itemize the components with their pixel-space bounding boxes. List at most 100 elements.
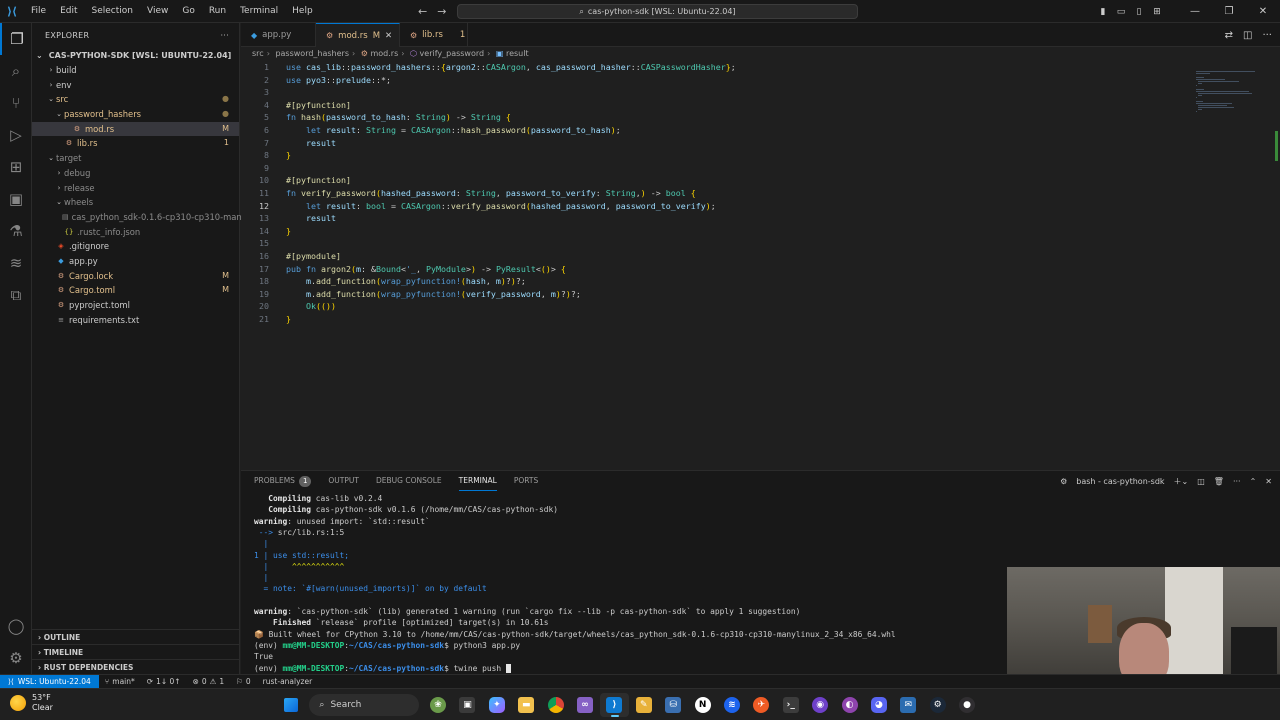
tree-folder[interactable]: › debug	[32, 166, 239, 181]
app-button[interactable]: ●	[952, 693, 981, 717]
toggle-panel-icon[interactable]: ▭	[1112, 7, 1130, 17]
source-control-icon[interactable]: ⑂	[0, 87, 32, 119]
maximize-panel-icon[interactable]: ⌃	[1250, 477, 1257, 486]
app-button[interactable]: ✉	[894, 693, 923, 717]
tree-file[interactable]: {} .rustc_info.json	[32, 225, 239, 240]
menu-selection[interactable]: Selection	[85, 0, 140, 23]
code-line[interactable]: 16 #[pymodule]	[241, 250, 1191, 263]
tree-file[interactable]: ⚙ mod.rs M	[32, 121, 239, 137]
timeline-section[interactable]: › TIMELINE	[32, 644, 240, 659]
breadcrumb-item[interactable]: src	[252, 49, 264, 58]
remote-indicator[interactable]: ⟩⟨ WSL: Ubuntu-22.04	[0, 674, 99, 689]
workspace-root[interactable]: ⌄ CAS-PYTHON-SDK [WSL: UBUNTU-22.04]	[32, 48, 239, 63]
tab-app-py[interactable]: ◆ app.py	[241, 23, 316, 47]
forward-arrow-icon[interactable]: →	[437, 5, 446, 18]
task-view-button[interactable]: ▣	[453, 693, 482, 717]
toggle-primary-sidebar-icon[interactable]: ▮	[1094, 7, 1112, 17]
code-line[interactable]: 15	[241, 237, 1191, 250]
new-terminal-icon[interactable]: ＋⌄	[1174, 476, 1189, 487]
visual-studio-button[interactable]: ∞	[570, 693, 599, 717]
rust-analyzer-indicator[interactable]: rust-analyzer	[257, 677, 319, 686]
code-editor[interactable]: 1 use cas_lib::password_hashers::{argon2:…	[241, 61, 1280, 465]
code-line[interactable]: 12 let result: bool = CASArgon::verify_p…	[241, 200, 1191, 213]
explorer-icon[interactable]: ❐	[0, 23, 32, 55]
tab-terminal[interactable]: TERMINAL	[458, 471, 497, 491]
menu-view[interactable]: View	[140, 0, 175, 23]
tab-mod-rs[interactable]: ⚙ mod.rs M ✕	[316, 23, 400, 47]
code-line[interactable]: 18 m.add_function(wrap_pyfunction!(hash,…	[241, 275, 1191, 288]
code-line[interactable]: 11 fn verify_password(hashed_password: St…	[241, 187, 1191, 200]
testing-icon[interactable]: ⚗	[0, 215, 32, 247]
code-line[interactable]: 8}	[241, 149, 1191, 162]
app-button[interactable]: ◐	[835, 693, 864, 717]
tree-file[interactable]: ⚙ Cargo.toml M	[32, 283, 239, 298]
menu-go[interactable]: Go	[175, 0, 201, 23]
weather-widget[interactable]: 53°F Clear	[10, 693, 53, 713]
code-line[interactable]: 10 #[pyfunction]	[241, 174, 1191, 187]
docker-icon[interactable]: ≋	[0, 247, 32, 279]
close-panel-icon[interactable]: ✕	[1265, 477, 1272, 486]
more-actions-icon[interactable]: ···	[1262, 30, 1272, 41]
taskbar-search[interactable]: ⌕ Search	[309, 694, 420, 716]
breadcrumb-item[interactable]: mod.rs	[370, 49, 398, 58]
minimap[interactable]	[1190, 61, 1280, 465]
code-line[interactable]: 13 result	[241, 212, 1191, 225]
tree-folder[interactable]: ⌄ password_hashers ●	[32, 107, 239, 122]
chrome-button[interactable]	[541, 693, 570, 717]
branch-indicator[interactable]: ⑂ main*	[99, 677, 141, 686]
tab-ports[interactable]: PORTS	[514, 471, 538, 491]
settings-gear-icon[interactable]: ⚙	[0, 642, 32, 674]
vscode-button[interactable]: ⟩	[599, 693, 630, 717]
steam-button[interactable]: ⚙	[923, 693, 952, 717]
tree-file[interactable]: ⚙ lib.rs 1	[32, 136, 239, 151]
command-center[interactable]: ⌕ cas-python-sdk [WSL: Ubuntu-22.04]	[457, 4, 858, 19]
explorer-more-icon[interactable]: ···	[220, 23, 239, 48]
terminal-shell-label[interactable]: bash - cas-python-sdk	[1076, 477, 1164, 486]
breadcrumb-item[interactable]: password_hashers	[275, 49, 349, 58]
customize-layout-icon[interactable]: ⊞	[1148, 7, 1166, 17]
search-view-icon[interactable]: ⌕	[0, 55, 32, 87]
tab-output[interactable]: OUTPUT	[328, 471, 359, 491]
start-button[interactable]	[276, 693, 305, 717]
app-button[interactable]: ◉	[805, 693, 834, 717]
code-line[interactable]: 19 m.add_function(wrap_pyfunction!(verif…	[241, 288, 1191, 301]
file-explorer-button[interactable]: ▬	[512, 693, 541, 717]
code-line[interactable]: 20 Ok(())	[241, 300, 1191, 313]
app-button[interactable]: ≋	[717, 693, 746, 717]
tree-folder[interactable]: › release	[32, 181, 239, 196]
tree-file[interactable]: ◈ .gitignore	[32, 239, 239, 254]
code-line[interactable]: 14}	[241, 225, 1191, 238]
kill-terminal-icon[interactable]: 🗑	[1214, 477, 1224, 486]
tree-folder[interactable]: › build	[32, 63, 239, 78]
app-button[interactable]: ✈	[747, 693, 776, 717]
app-button[interactable]: ›_	[776, 693, 805, 717]
tab-debug-console[interactable]: DEBUG CONSOLE	[376, 471, 442, 491]
problems-indicator[interactable]: ⊗ 0 ⚠ 1	[187, 677, 231, 686]
tab-close-icon[interactable]: ✕	[385, 31, 392, 41]
code-line[interactable]: 7 result	[241, 137, 1191, 150]
widgets-button[interactable]: ❀	[423, 693, 452, 717]
compare-changes-icon[interactable]: ⇄	[1225, 30, 1233, 41]
breadcrumb-item[interactable]: result	[506, 49, 529, 58]
toggle-secondary-sidebar-icon[interactable]: ▯	[1130, 7, 1148, 17]
code-line[interactable]: 5 fn hash(password_to_hash: String) -> St…	[241, 111, 1191, 124]
panel-more-icon[interactable]: ···	[1233, 477, 1241, 486]
extensions-icon[interactable]: ⊞	[0, 151, 32, 183]
sync-indicator[interactable]: ⟳ 1↓ 0↑	[141, 677, 187, 686]
menu-run[interactable]: Run	[202, 0, 233, 23]
tree-file[interactable]: ≡ requirements.txt	[32, 313, 239, 328]
menu-edit[interactable]: Edit	[53, 0, 84, 23]
tree-folder[interactable]: ⌄ target	[32, 151, 239, 166]
split-editor-icon[interactable]: ◫	[1243, 30, 1252, 41]
tree-file[interactable]: ⚙ Cargo.lock M	[32, 269, 239, 284]
tree-folder[interactable]: ⌄ wheels	[32, 195, 239, 210]
tab-lib-rs[interactable]: ⚙ lib.rs 1	[400, 23, 468, 47]
menu-terminal[interactable]: Terminal	[233, 0, 285, 23]
discord-button[interactable]: ◕	[864, 693, 893, 717]
code-line[interactable]: 4 #[pyfunction]	[241, 99, 1191, 112]
tree-file[interactable]: ◆ app.py	[32, 254, 239, 269]
tree-file[interactable]: ⚙ pyproject.toml	[32, 298, 239, 313]
app-button[interactable]: ✎	[629, 693, 658, 717]
copilot-button[interactable]: ✦	[482, 693, 511, 717]
code-line[interactable]: 1 use cas_lib::password_hashers::{argon2:…	[241, 61, 1191, 74]
